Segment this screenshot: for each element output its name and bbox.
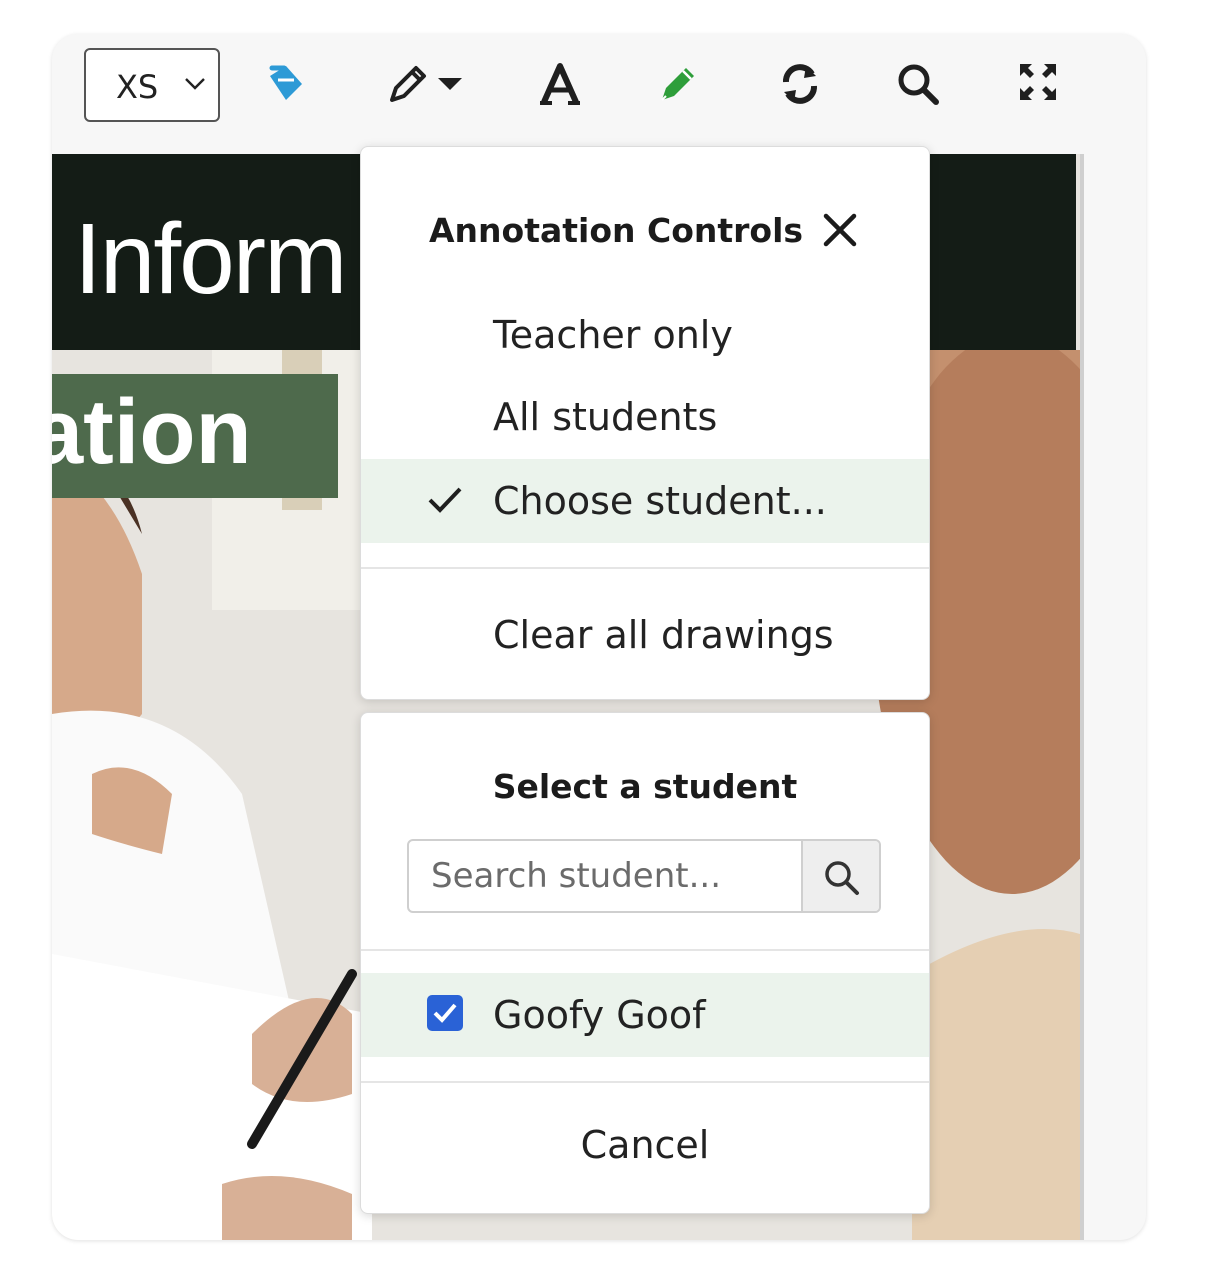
cancel-label: Cancel [580,1123,710,1167]
option-all-students[interactable]: All students [361,375,929,459]
search-icon[interactable] [896,62,940,106]
pencil-dropdown-icon[interactable] [386,62,468,106]
select-student-title: Select a student [492,767,798,806]
size-select[interactable]: XS [84,48,220,122]
chevron-down-icon [184,76,206,95]
slide-banner-text: Inform [74,203,347,315]
slide-banner-text-2: ation [52,381,252,483]
highlighter-pen-icon[interactable] [656,62,700,106]
close-icon[interactable] [823,213,857,247]
toolbar: XS [52,34,1146,154]
checkmark-icon [433,1003,457,1023]
student-search-input[interactable] [409,841,801,911]
clear-all-drawings-label: Clear all drawings [493,613,834,657]
fullscreen-icon[interactable] [1018,62,1058,102]
student-checkbox[interactable] [427,995,463,1031]
student-list-item[interactable]: Goofy Goof [361,973,929,1057]
clear-all-drawings-button[interactable]: Clear all drawings [361,593,929,677]
cancel-button[interactable]: Cancel [361,1083,929,1209]
option-choose-student[interactable]: Choose student... [361,459,929,543]
option-teacher-only[interactable]: Teacher only [361,293,929,377]
option-label: All students [493,395,718,439]
option-label: Teacher only [493,313,733,357]
student-name: Goofy Goof [493,993,706,1037]
text-tool-icon[interactable] [540,62,580,106]
size-select-value: XS [116,68,159,106]
student-search [407,839,881,913]
option-label: Choose student... [493,479,827,523]
select-student-popover: Select a student Goofy Goof Cancel [360,712,930,1214]
annotation-controls-popover: Annotation Controls Teacher only All stu… [360,146,930,700]
annotation-controls-title: Annotation Controls [429,211,804,250]
divider [361,949,929,951]
student-search-button[interactable] [801,841,879,911]
search-icon [825,861,859,895]
refresh-icon[interactable] [778,62,822,106]
checkmark-icon [427,485,463,519]
divider [361,567,929,569]
fill-bucket-icon[interactable] [264,62,308,106]
slide-banner-green: ation [52,374,338,498]
